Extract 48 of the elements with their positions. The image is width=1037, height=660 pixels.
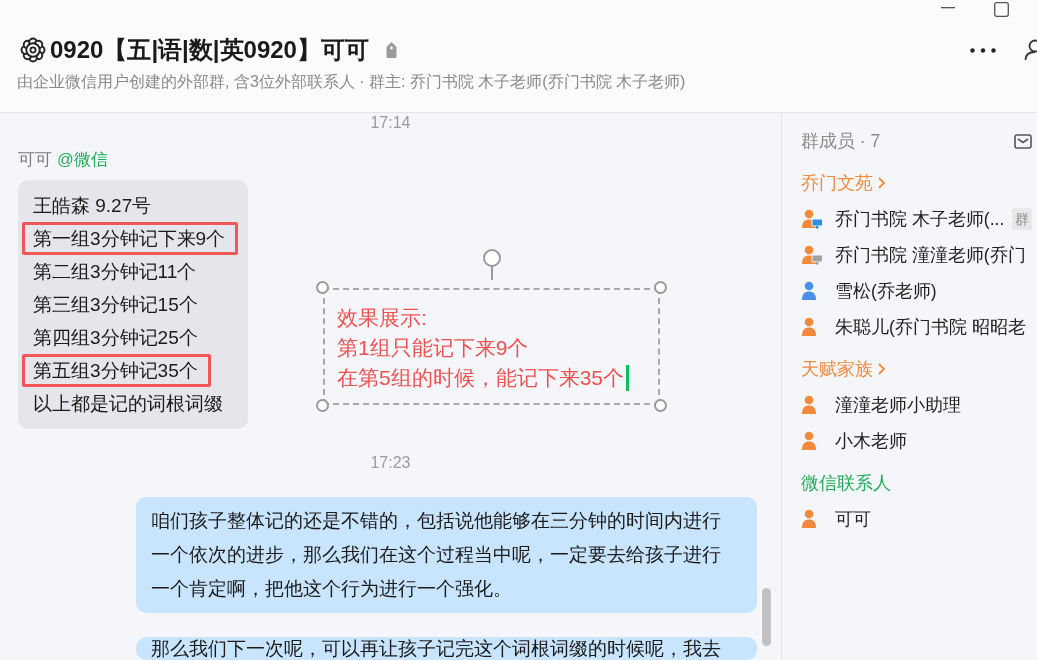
message-line: 第四组3分钟记25个 [33,326,199,350]
members-title: 群成员 · 7 [801,129,881,153]
member-name: 雪松(乔老师) [835,279,937,303]
member-row[interactable]: 乔门书院 木子老师(... 群 [801,201,1032,237]
person-icon[interactable] [1024,39,1037,61]
chevron-right-icon [878,363,885,375]
annotation-line: 效果展示: [337,305,427,331]
member-row[interactable]: 朱聪儿(乔门书院 昭昭老 [801,309,1032,345]
timestamp: 17:23 [370,454,411,471]
annotation-line: 在第5组的时候，能记下来35个 [337,365,625,391]
message-line: 第三组3分钟记15个 [33,293,199,317]
flower-icon [20,37,46,63]
window-title: 0920【五|语|数|英0920】可可 [50,35,369,65]
message-line: 王皓森 9.27号 [33,194,153,218]
scrollbar[interactable] [762,588,771,646]
member-name: 可可 [835,507,871,531]
mail-icon[interactable] [1014,133,1032,149]
rotate-handle[interactable] [482,249,502,280]
resize-handle[interactable] [654,281,667,294]
resize-handle[interactable] [654,399,667,412]
member-row[interactable]: 潼潼老师小助理 [801,387,1032,423]
member-name: 乔门书院 潼潼老师(乔门 [835,243,1026,267]
window-subtitle: 由企业微信用户创建的外部群, 含3位外部联系人 · 群主: 乔门书院 木子老师(乔门书院 木子老师) [17,72,686,92]
sender-name: 可可 [18,149,52,170]
maximize-button[interactable] [993,0,1009,18]
member-name: 小木老师 [835,429,907,453]
timestamp: 17:14 [370,114,411,131]
sender-source: @微信 [57,149,108,170]
more-icon [970,47,996,53]
member-row[interactable]: 雪松(乔老师) [801,273,1032,309]
maximize-icon [993,1,1009,17]
minimize-icon [941,7,955,9]
message-line: 以上都是记的词根词缀 [33,392,224,416]
message-line: 第二组3分钟记11个 [33,260,198,284]
member-name: 朱聪儿(乔门书院 昭昭老 [835,315,1026,339]
member-row[interactable]: 可可 [801,501,1032,537]
member-name: 潼潼老师小助理 [835,393,961,417]
annotation-line: 第1组只能记下来9个 [337,335,529,361]
message-bubble: 咱们孩子整体记的还是不错的，包括说他能够在三分钟的时间内进行一个依次的进步，那么我们在这个过程当中呢，一定要去给孩子进行一个肯定啊，把他这个行为进行一个强化。 [136,497,757,613]
resize-handle[interactable] [316,281,329,294]
message-bubble: 那么我们下一次呢，可以再让孩子记完这个词根词缀的时候呢，我去 [136,637,757,660]
tag-icon [384,41,398,59]
member-row[interactable]: 小木老师 [801,423,1032,459]
member-name: 乔门书院 木子老师(... [835,207,1005,231]
owner-tag: 群 [1012,208,1032,230]
member-row[interactable]: 乔门书院 潼潼老师(乔门 [801,237,1032,273]
resize-handle[interactable] [316,399,329,412]
chevron-right-icon [878,177,885,189]
